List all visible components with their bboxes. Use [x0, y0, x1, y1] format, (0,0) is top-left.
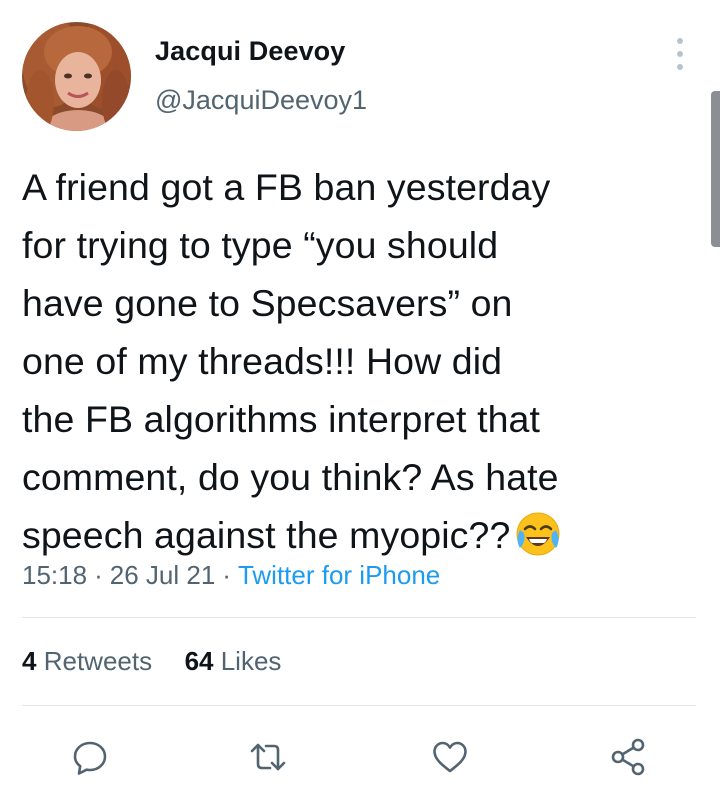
- avatar[interactable]: [22, 22, 131, 131]
- divider: [22, 705, 696, 706]
- scrollbar-thumb[interactable]: [711, 91, 720, 247]
- action-bar: [0, 735, 720, 779]
- likes-stat[interactable]: 64 Likes: [185, 646, 282, 676]
- tweet-text-line: comment, do you think? As hate: [22, 456, 559, 498]
- reply-icon: [73, 741, 107, 775]
- avatar-photo: [22, 22, 131, 131]
- tweet-text-line-last: speech against the myopic??: [22, 506, 702, 564]
- likes-label: Likes: [220, 646, 282, 676]
- like-button[interactable]: [428, 735, 472, 779]
- share-icon: [611, 738, 645, 776]
- retweets-label: Retweets: [43, 646, 153, 676]
- engagement-stats: 4 Retweets 64 Likes: [22, 646, 281, 677]
- face-with-tears-of-joy-icon: [516, 512, 560, 556]
- tweet-text-line: for trying to type “you should: [22, 224, 499, 266]
- author-handle[interactable]: @JacquiDeevoy1: [155, 85, 367, 116]
- tweet-text-line: speech against the myopic??: [22, 514, 511, 556]
- share-button[interactable]: [606, 735, 650, 779]
- reply-button[interactable]: [68, 735, 112, 779]
- tweet-text: A friend got a FB ban yesterday for tryi…: [22, 158, 702, 564]
- more-dot: [677, 64, 683, 70]
- retweets-count: 4: [22, 646, 37, 676]
- more-options-icon[interactable]: [670, 38, 690, 70]
- more-dot: [677, 51, 683, 57]
- tweet-text-line: the FB algorithms interpret that: [22, 398, 541, 440]
- tweet-time[interactable]: 15:18: [22, 560, 87, 590]
- tweet-text-line: one of my threads!!! How did: [22, 340, 503, 382]
- more-dot: [677, 38, 683, 44]
- likes-count: 64: [184, 646, 214, 676]
- tweet-source-link[interactable]: Twitter for iPhone: [238, 560, 440, 590]
- retweet-icon: [250, 743, 286, 771]
- tweet-text-line: A friend got a FB ban yesterday: [22, 166, 551, 208]
- meta-separator: ·: [94, 560, 103, 590]
- tweet-date[interactable]: 26 Jul 21: [110, 560, 216, 590]
- meta-separator: ·: [222, 560, 231, 590]
- tweet-meta: 15:18 · 26 Jul 21 · Twitter for iPhone: [22, 560, 440, 591]
- like-icon: [433, 741, 467, 773]
- retweets-stat[interactable]: 4 Retweets: [22, 646, 152, 676]
- retweet-button[interactable]: [246, 735, 290, 779]
- tweet-text-line: have gone to Specsavers” on: [22, 282, 513, 324]
- author-display-name[interactable]: Jacqui Deevoy: [155, 36, 345, 67]
- divider: [22, 617, 696, 618]
